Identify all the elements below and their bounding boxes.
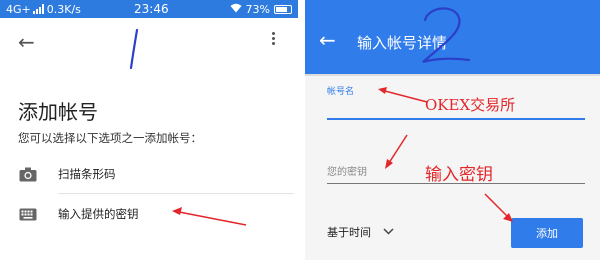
page-title: 输入帐号详情 — [357, 34, 448, 52]
enter-key-label: 输入提供的密钥 — [58, 207, 139, 221]
keyboard-icon — [18, 204, 38, 224]
app-bar: ← 输入帐号详情 — [305, 0, 600, 76]
scan-barcode-option[interactable]: 扫描条形码 — [18, 154, 294, 194]
battery-icon — [274, 4, 292, 14]
more-vert-icon[interactable] — [272, 32, 275, 45]
back-arrow-icon[interactable]: ← — [18, 30, 35, 54]
page-title: 添加帐号 — [18, 100, 98, 124]
back-arrow-icon[interactable]: ← — [319, 28, 336, 52]
time-based-label: 基于时间 — [327, 226, 371, 239]
wifi-icon — [230, 3, 242, 16]
chevron-down-icon — [383, 227, 394, 238]
key-type-dropdown[interactable]: 基于时间 — [327, 224, 394, 240]
signal-icon — [32, 4, 44, 14]
annotation-number-one: 1 — [129, 28, 139, 70]
enter-key-option[interactable]: 输入提供的密钥 — [18, 194, 294, 234]
account-details-screen: ← 输入帐号详情 帐号名 基于时间 添加 2 OKEX交易所 输入密钥 — [305, 0, 600, 260]
network-type: 4G+ — [6, 2, 31, 16]
annotation-key-text: 输入密钥 — [425, 165, 493, 185]
account-name-input[interactable] — [327, 118, 585, 120]
annotation-exchange-text: OKEX交易所 — [425, 96, 516, 114]
network-speed: 0.3K/s — [46, 2, 81, 16]
clock: 23:46 — [134, 2, 169, 16]
annotation-arrow-name — [378, 87, 428, 103]
add-button[interactable]: 添加 — [511, 218, 583, 248]
add-account-screen: 4G+ 0.3K/s 23:46 73% ← 添加帐号 您可以选择以下选项之一添… — [0, 0, 298, 260]
scan-barcode-label: 扫描条形码 — [58, 167, 116, 181]
battery-percent: 73% — [245, 2, 270, 16]
status-bar: 4G+ 0.3K/s 23:46 73% — [0, 0, 298, 18]
page-subtitle: 您可以选择以下选项之一添加帐号： — [18, 131, 202, 145]
camera-icon — [18, 164, 38, 184]
account-name-label: 帐号名 — [327, 87, 355, 97]
